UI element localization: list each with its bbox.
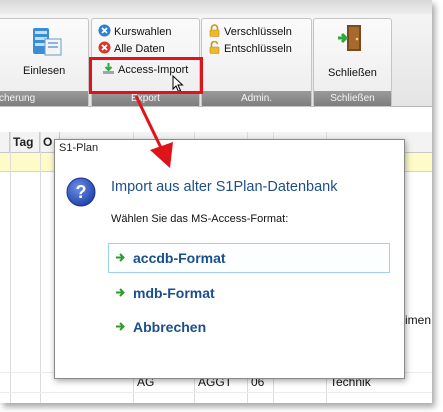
entschluesseln-label: Entschlüsseln [224, 43, 292, 55]
grid-col-line [40, 132, 41, 403]
x-circle-blue-icon [98, 24, 111, 37]
green-arrow-icon [116, 253, 125, 262]
dialog-heading: Import aus alter S1Plan-Datenbank [111, 179, 338, 195]
group-footer-schliessen: Schließen [314, 91, 391, 106]
dialog-body: ? Import aus alter S1Plan-Datenbank Wähl… [55, 160, 404, 378]
group-footer-admin: Admin. [202, 91, 311, 106]
ribbon-title-strip [0, 0, 432, 14]
grid-col-line [10, 132, 11, 403]
schliessen-label: Schließen [328, 67, 377, 79]
alle-daten-label: Alle Daten [114, 43, 165, 55]
dialog-prompt: Wählen Sie das MS-Access-Format: [111, 213, 289, 225]
accdb-format-button[interactable]: accdb-Format [108, 243, 390, 273]
highlight-box [89, 57, 203, 94]
import-dialog: S1-Plan ? Import aus alter S1Plan-Datenb… [54, 139, 405, 379]
entschluesseln-button[interactable]: Entschlüsseln [208, 41, 292, 57]
lock-icon [209, 24, 220, 37]
green-arrow-icon [116, 322, 125, 331]
einlesen-button[interactable]: Einlesen [11, 23, 81, 83]
mdb-format-label: mdb-Format [133, 285, 215, 301]
grid-cell-fragment: imen [405, 313, 432, 327]
grid-header-blank [0, 132, 10, 152]
application-window: Einlesen cherung Kurswahlen Alle Daten A… [0, 0, 432, 403]
ribbon-group-schliessen: Schließen Schließen [313, 18, 392, 107]
alle-daten-button[interactable]: Alle Daten [98, 41, 165, 57]
schliessen-button[interactable]: Schließen [318, 21, 386, 85]
accdb-format-label: accdb-Format [133, 250, 226, 266]
abbrechen-button[interactable]: Abbrechen [108, 312, 390, 342]
grid-header-tag[interactable]: Tag [10, 132, 40, 152]
unlock-icon [209, 41, 220, 54]
ribbon-group-sicherung: Einlesen cherung [0, 18, 89, 107]
abbrechen-label: Abbrechen [133, 319, 207, 335]
group-footer-sicherung: cherung [0, 91, 88, 106]
einlesen-label: Einlesen [23, 65, 66, 77]
database-import-icon [33, 28, 62, 56]
dialog-title: S1-Plan [59, 142, 99, 154]
x-circle-red-icon [98, 41, 111, 54]
green-arrow-icon [116, 288, 125, 297]
kurswahlen-label: Kurswahlen [114, 26, 172, 38]
svg-text:?: ? [76, 182, 87, 202]
exit-door-icon [338, 25, 361, 51]
grid-row-line [0, 392, 432, 393]
verschluesseln-button[interactable]: Verschlüsseln [208, 24, 292, 40]
question-icon: ? [66, 177, 96, 207]
ribbon-group-admin: Verschlüsseln Entschlüsseln Admin. [201, 18, 312, 107]
kurswahlen-button[interactable]: Kurswahlen [98, 24, 171, 40]
mdb-format-button[interactable]: mdb-Format [108, 278, 390, 308]
ribbon: Einlesen cherung Kurswahlen Alle Daten A… [0, 0, 432, 107]
verschluesseln-label: Verschlüsseln [224, 26, 292, 38]
